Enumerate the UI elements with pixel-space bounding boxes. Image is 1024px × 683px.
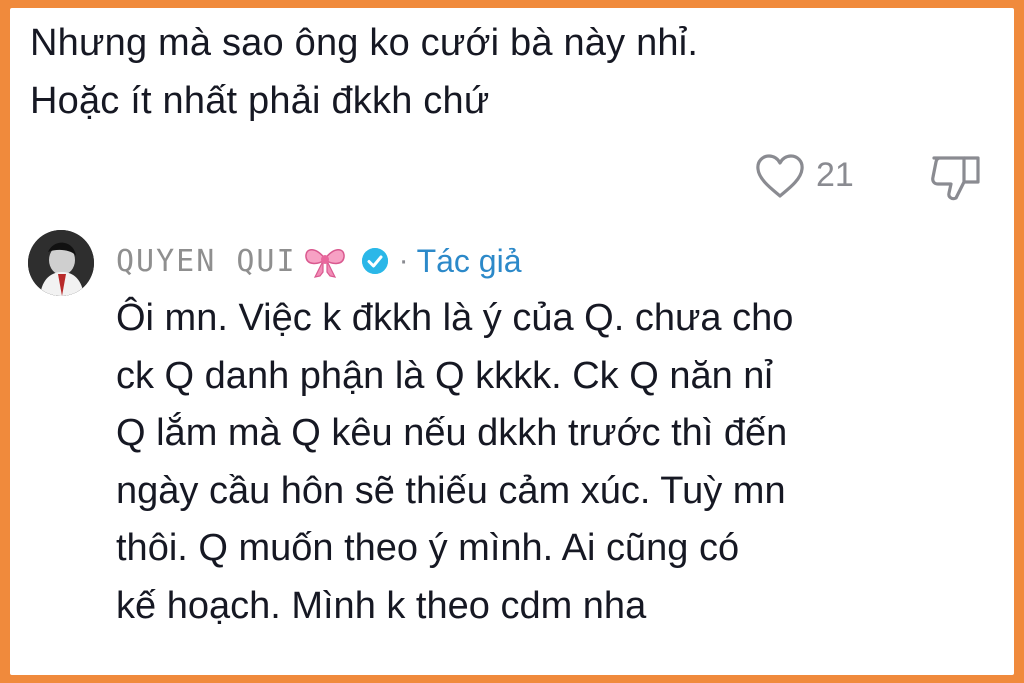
- reply-comment: QUYEN QUI · Tác giả Ôi mn. Việc k đkkh l…: [28, 230, 1008, 660]
- avatar[interactable]: [28, 230, 94, 296]
- reply-header: QUYEN QUI · Tác giả: [116, 236, 522, 286]
- author-tag: Tác giả: [416, 242, 522, 279]
- separator-dot: ·: [398, 244, 409, 277]
- reply-line: ck Q danh phận là Q kkkk. Ck Q năn nỉ: [116, 354, 773, 397]
- comment-line: Hoặc ít nhất phải đkkh chứ: [30, 80, 490, 122]
- thumbs-down-icon: [931, 156, 980, 201]
- reply-text: Ôi mn. Việc k đkkh là ý của Q. chưa cho …: [116, 290, 793, 635]
- dislike-button[interactable]: [928, 150, 984, 204]
- reply-line: ngày cầu hôn sẽ thiếu cảm xúc. Tuỳ mn: [116, 469, 786, 512]
- username[interactable]: QUYEN QUI: [116, 244, 297, 279]
- comment-text: Nhưng mà sao ông ko cưới bà này nhỉ. Hoặ…: [30, 14, 698, 130]
- comment-card: Nhưng mà sao ông ko cưới bà này nhỉ. Hoặ…: [10, 8, 1014, 675]
- reply-line: thôi. Q muốn theo ý mình. Ai cũng có: [116, 527, 740, 569]
- verified-badge-icon: [361, 248, 388, 274]
- avatar-image: [28, 230, 94, 296]
- like-count: 21: [816, 156, 854, 194]
- like-button[interactable]: [754, 152, 806, 200]
- heart-icon: [756, 154, 804, 198]
- reply-line: kế hoạch. Mình k theo cdm nha: [116, 584, 647, 627]
- comment-line: Nhưng mà sao ông ko cưới bà này nhỉ.: [30, 22, 699, 64]
- bow-emoji: [304, 249, 345, 278]
- reply-line: Q lắm mà Q kêu nếu dkkh trước thì đến: [116, 412, 788, 454]
- reply-line: Ôi mn. Việc k đkkh là ý của Q. chưa cho: [116, 297, 794, 339]
- comment-actions: 21: [750, 148, 990, 204]
